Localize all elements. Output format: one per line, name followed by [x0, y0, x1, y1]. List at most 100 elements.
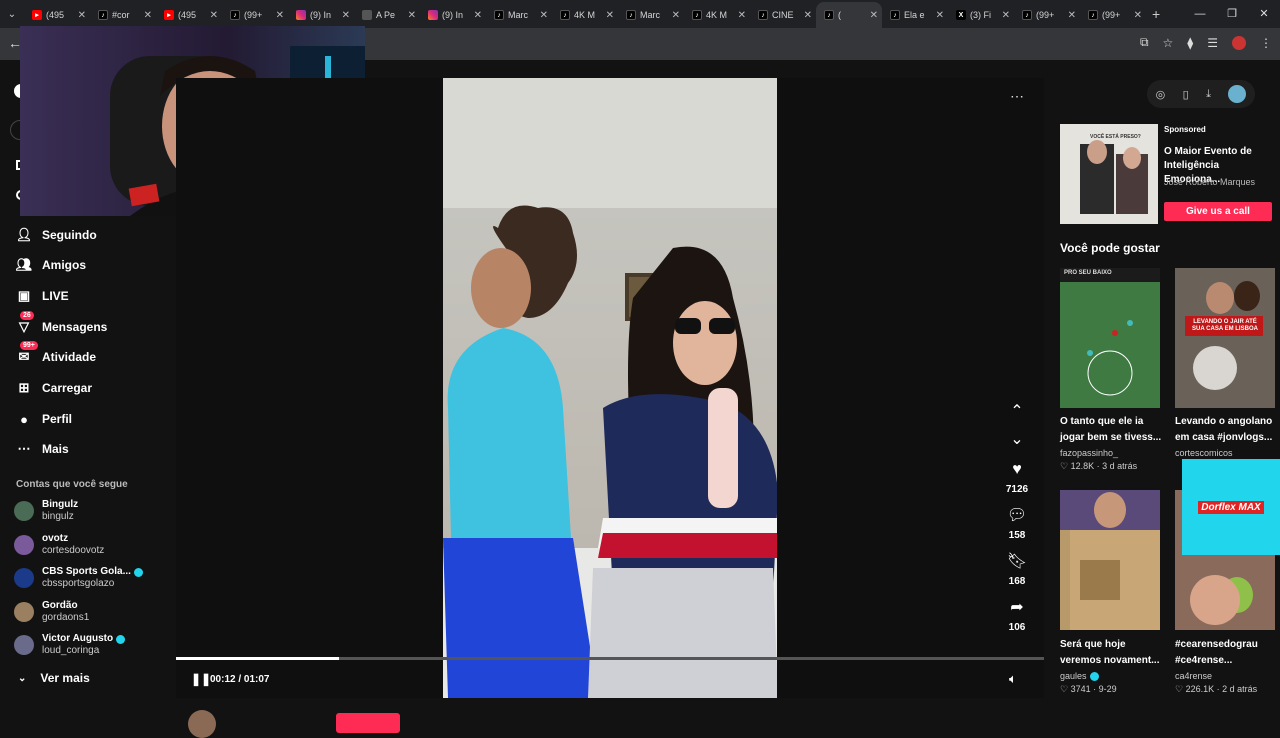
save-button[interactable]: 🔖︎ 168 — [1005, 552, 1029, 587]
video-title[interactable]: Será que hoje veremos novament... — [1060, 637, 1162, 669]
followed-account[interactable]: Bingulz bingulz — [14, 499, 78, 523]
browser-profile-icon[interactable] — [1232, 35, 1246, 50]
volume-icon[interactable]: 🔈︎ — [1009, 671, 1017, 687]
close-tab-icon[interactable]: ✕ — [78, 10, 86, 21]
tab-title: Marc — [508, 10, 528, 20]
close-tab-icon[interactable]: ✕ — [1002, 10, 1010, 21]
new-tab-icon[interactable]: + — [1152, 6, 1160, 22]
close-tab-icon[interactable]: ✕ — [540, 10, 548, 21]
more-options-icon[interactable]: ⋯ — [1010, 88, 1024, 105]
close-tab-icon[interactable]: ✕ — [1068, 10, 1076, 21]
video-title[interactable]: #cearensedograu #ce4rense... — [1175, 637, 1277, 669]
browser-tab[interactable]: ♪ 4K M ✕ — [684, 2, 750, 28]
download-icon[interactable]: ⤓ — [1206, 88, 1211, 101]
browser-tab[interactable]: ♪ (99+ ✕ — [1080, 2, 1146, 28]
x-icon: X — [956, 10, 966, 20]
close-tab-icon[interactable]: ✕ — [870, 10, 878, 21]
sidebar-item-amigos[interactable]: 👥︎ Amigos — [16, 257, 86, 273]
minimize-icon[interactable]: — — [1184, 0, 1216, 28]
video-stats: ♡ 12.8K · 3 d atrás — [1060, 461, 1138, 471]
like-button[interactable]: ♥ 7126 — [1005, 460, 1029, 495]
browser-tab[interactable]: X (3) Fi ✕ — [948, 2, 1014, 28]
ad-cta-label: Give us a call — [1186, 206, 1250, 217]
sidebar-item-carregar[interactable]: ⊞ Carregar — [16, 380, 92, 396]
close-tab-icon[interactable]: ✕ — [210, 10, 218, 21]
video-thumbnail[interactable] — [1060, 490, 1160, 630]
browser-tab[interactable]: ♪ Marc ✕ — [618, 2, 684, 28]
followed-account[interactable]: ovotz cortesdoovotz — [14, 533, 104, 557]
close-tab-icon[interactable]: ✕ — [804, 10, 812, 21]
account-handle: cbssportsgolazo — [42, 578, 115, 589]
close-window-icon[interactable]: ✕ — [1248, 0, 1280, 28]
browser-tab[interactable]: ▸ (495 ✕ — [156, 2, 222, 28]
maximize-icon[interactable]: ❐ — [1216, 0, 1248, 28]
follow-button[interactable] — [336, 713, 400, 733]
video-author[interactable]: cortescomicos — [1175, 448, 1233, 458]
video-author[interactable]: gaules — [1060, 671, 1099, 681]
tab-search-icon[interactable]: ⌄ — [0, 0, 24, 28]
video-title[interactable]: O tanto que ele ia jogar bem se tivess..… — [1060, 414, 1162, 446]
close-tab-icon[interactable]: ✕ — [606, 10, 614, 21]
extensions-icon[interactable]: ⧫ — [1187, 36, 1193, 50]
close-tab-icon[interactable]: ✕ — [144, 10, 152, 21]
close-tab-icon[interactable]: ✕ — [474, 10, 482, 21]
browser-tab[interactable]: ♪ Marc ✕ — [486, 2, 552, 28]
user-avatar[interactable] — [1228, 85, 1247, 103]
close-tab-icon[interactable]: ✕ — [738, 10, 746, 21]
video-author[interactable]: fazopassinho_ — [1060, 448, 1118, 458]
browser-tab[interactable]: ♪ Ela e ✕ — [882, 2, 948, 28]
tab-title: A Pe — [376, 10, 396, 20]
browser-tab[interactable]: ♪ #cor ✕ — [90, 2, 156, 28]
ad-cta-button[interactable]: Give us a call — [1164, 202, 1272, 221]
browser-tab[interactable]: ♪ (99+ ✕ — [222, 2, 288, 28]
video-frame[interactable] — [443, 78, 777, 698]
sidebar-item-mais[interactable]: ⋯ Mais — [16, 441, 69, 457]
close-tab-icon[interactable]: ✕ — [408, 10, 416, 21]
followed-account[interactable]: CBS Sports Gola... cbssportsgolazo — [14, 566, 143, 590]
compass-icon[interactable]: ◎ — [1156, 88, 1166, 101]
video-thumbnail[interactable]: LEVANDO O JAIR ATÉ SUA CASA EM LISBOA — [1175, 268, 1275, 408]
browser-tab[interactable]: (9) In ✕ — [420, 2, 486, 28]
sidebar-item-seguindo[interactable]: 👤︎ Seguindo — [16, 227, 97, 243]
close-tab-icon[interactable]: ✕ — [672, 10, 680, 21]
activity-icon: ✉︎ 99+ — [16, 341, 38, 365]
tab-title: Ela e — [904, 10, 925, 20]
browser-tab[interactable]: ♪ CINE ✕ — [750, 2, 816, 28]
share-button[interactable]: ➦ 106 — [1005, 598, 1029, 633]
sidebar-item-atividade[interactable]: ✉︎ 99+ Atividade — [16, 341, 96, 365]
browser-tab[interactable]: A Pe ✕ — [354, 2, 420, 28]
close-tab-icon[interactable]: ✕ — [936, 10, 944, 21]
sidebar-item-live[interactable]: ▣ LIVE — [16, 288, 69, 304]
progress-bar[interactable] — [176, 657, 1044, 660]
previous-video-button[interactable]: ⌃ — [1005, 402, 1029, 422]
share-icon: ➦ — [1010, 599, 1024, 616]
sidebar-item-label: Amigos — [42, 258, 87, 272]
followed-account[interactable]: Victor Augusto loud_coringa — [14, 633, 126, 657]
next-video-button[interactable]: ⌄ — [1005, 430, 1029, 450]
browser-tab[interactable]: ♪ 4K M ✕ — [552, 2, 618, 28]
close-tab-icon[interactable]: ✕ — [1134, 10, 1142, 21]
sidebar-item-mensagens[interactable]: ▽ 26 Mensagens — [16, 311, 107, 335]
reading-list-icon[interactable]: ☰ — [1207, 36, 1218, 50]
browser-tab[interactable]: ♪ (✕ — [816, 2, 882, 28]
author-avatar[interactable] — [188, 710, 216, 738]
cast-icon[interactable]: ⧉ — [1140, 35, 1149, 50]
browser-tab[interactable]: (9) In ✕ — [288, 2, 354, 28]
phone-icon[interactable]: ▯ — [1183, 88, 1189, 101]
video-title[interactable]: Levando o angolano em casa #jonvlogs... — [1175, 414, 1277, 446]
ad-thumbnail[interactable]: VOCÊ ESTÁ PRESO? — [1060, 124, 1158, 224]
sidebar-item-perfil[interactable]: ● Perfil — [16, 411, 72, 427]
overlay-ad-banner[interactable]: Dorflex MAX — [1182, 459, 1280, 555]
see-more-link[interactable]: ⌄ Ver mais — [18, 671, 90, 685]
close-tab-icon[interactable]: ✕ — [342, 10, 350, 21]
video-thumbnail[interactable]: PRO SEU BAIXO — [1060, 268, 1160, 408]
comment-button[interactable]: 💬︎ 158 — [1005, 506, 1029, 541]
pause-icon[interactable]: ❚❚ — [191, 672, 211, 686]
browser-tab[interactable]: ▸ (495 ✕ — [24, 2, 90, 28]
video-author[interactable]: ca4rense — [1175, 671, 1212, 681]
browser-tab[interactable]: ♪ (99+ ✕ — [1014, 2, 1080, 28]
browser-menu-icon[interactable]: ⋮ — [1260, 36, 1272, 50]
bookmark-star-icon[interactable]: ☆ — [1163, 36, 1174, 50]
followed-account[interactable]: Gordão gordaons1 — [14, 600, 89, 624]
close-tab-icon[interactable]: ✕ — [276, 10, 284, 21]
